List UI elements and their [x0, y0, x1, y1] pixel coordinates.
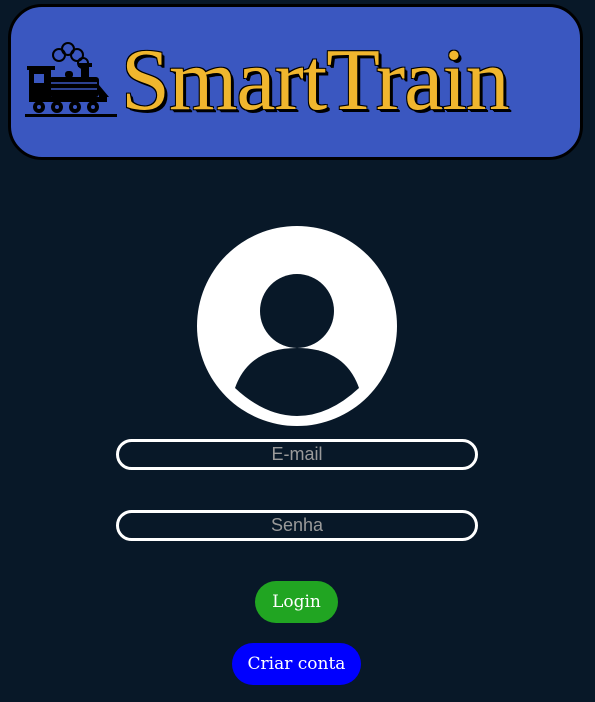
login-page: SmartTrain Login Criar conta	[0, 0, 595, 702]
steam-train-icon	[25, 42, 117, 117]
login-button[interactable]: Login	[255, 581, 338, 623]
email-field[interactable]	[116, 439, 478, 470]
create-account-button[interactable]: Criar conta	[232, 643, 361, 685]
user-profile-icon	[197, 226, 397, 426]
brand-name: SmartTrain	[121, 32, 510, 129]
password-field[interactable]	[116, 510, 478, 541]
header-banner: SmartTrain	[8, 4, 583, 160]
